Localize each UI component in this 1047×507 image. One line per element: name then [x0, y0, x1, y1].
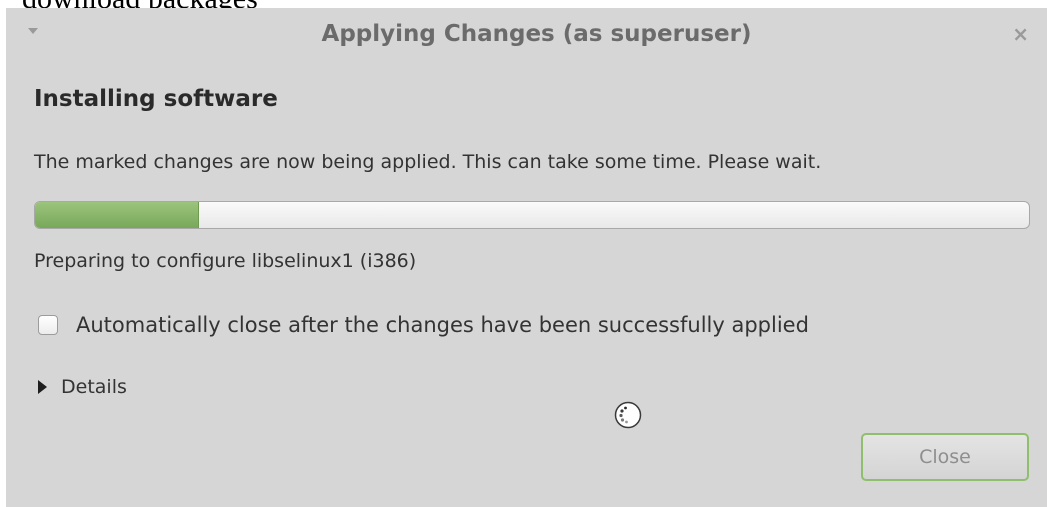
busy-spinner-icon: [614, 401, 642, 429]
close-icon[interactable]: ×: [1012, 22, 1029, 46]
progress-bar: [34, 201, 1030, 229]
autoclose-label[interactable]: Automatically close after the changes ha…: [76, 313, 809, 337]
message-text: The marked changes are now being applied…: [34, 151, 822, 173]
autoclose-checkbox[interactable]: [38, 315, 58, 335]
heading: Installing software: [34, 86, 278, 112]
close-button[interactable]: Close: [861, 433, 1029, 481]
details-expander[interactable]: Details: [38, 376, 127, 398]
autoclose-option[interactable]: Automatically close after the changes ha…: [38, 310, 809, 340]
apply-changes-dialog: Applying Changes (as superuser) × Instal…: [6, 8, 1047, 507]
page: download packages Applying Changes (as s…: [0, 0, 1047, 507]
window-title: Applying Changes (as superuser): [321, 21, 752, 47]
details-label[interactable]: Details: [61, 376, 127, 398]
window-titlebar: Applying Changes (as superuser) ×: [6, 8, 1047, 62]
status-text: Preparing to configure libselinux1 (i386…: [34, 250, 417, 272]
expander-arrow-icon[interactable]: [38, 380, 47, 394]
progress-fill: [35, 202, 199, 228]
